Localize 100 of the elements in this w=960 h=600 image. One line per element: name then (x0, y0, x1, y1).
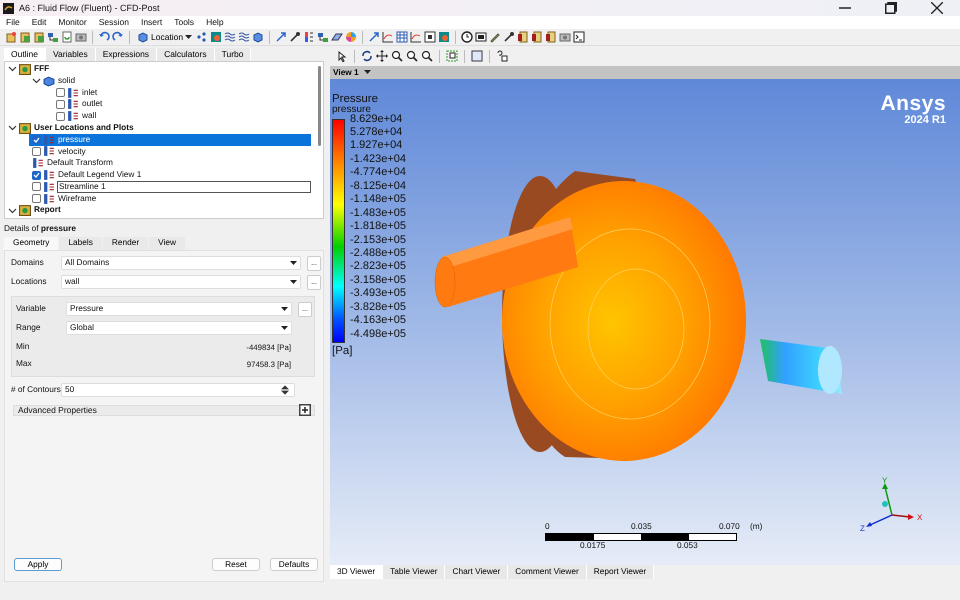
viewport-layout-icon[interactable] (471, 50, 483, 62)
tree-item[interactable]: FFF (33, 64, 50, 74)
terminal-icon[interactable] (573, 31, 586, 43)
tree-item[interactable]: Default Legend View 1 (57, 170, 142, 180)
dropdown-field[interactable]: All Domains (61, 256, 301, 270)
chevron-down-icon[interactable] (32, 76, 41, 86)
number-field[interactable]: 50 (61, 383, 295, 398)
menu-item[interactable]: Help (200, 17, 230, 28)
new-file-icon[interactable] (5, 31, 17, 43)
table-icon[interactable] (396, 31, 408, 43)
pan-icon[interactable] (376, 50, 388, 62)
viewer-tab[interactable]: Report Viewer (586, 565, 654, 579)
streamline-icon[interactable] (238, 31, 250, 43)
menu-item[interactable]: Insert (134, 17, 168, 28)
pen-icon[interactable] (489, 31, 502, 43)
checkbox[interactable] (56, 88, 65, 97)
menu-item[interactable]: File (0, 17, 26, 28)
checkbox[interactable] (32, 194, 41, 204)
tree-item[interactable]: velocity (57, 146, 87, 156)
film-icon[interactable] (475, 31, 488, 43)
panel-tab[interactable]: Expressions (96, 48, 158, 61)
redo-icon[interactable] (112, 31, 124, 43)
chevron-down-icon[interactable] (8, 206, 17, 215)
restore-icon[interactable] (885, 2, 897, 14)
location-dropdown-button[interactable]: Location (135, 31, 194, 43)
book-icon[interactable] (517, 31, 530, 43)
pointer-icon[interactable] (336, 50, 348, 62)
zoom-icon[interactable] (421, 50, 433, 62)
framed-square-icon[interactable] (424, 31, 436, 43)
menu-item[interactable]: Monitor (52, 17, 93, 28)
close-icon[interactable] (931, 2, 943, 14)
probe-icon[interactable] (289, 31, 302, 43)
checkbox[interactable] (32, 170, 41, 180)
panel-tab[interactable]: Outline (4, 48, 46, 61)
camera-icon[interactable] (559, 31, 572, 43)
checkbox[interactable] (32, 135, 41, 144)
tree-item[interactable]: User Locations and Plots (33, 122, 135, 133)
scrollbar-thumb[interactable] (318, 66, 321, 146)
tree-item[interactable]: solid (57, 76, 76, 86)
tree-item[interactable]: Wireframe (57, 194, 98, 204)
refresh-icon[interactable] (61, 31, 73, 43)
panel-tab[interactable]: Variables (46, 48, 96, 61)
reset-button[interactable]: Reset (212, 558, 260, 571)
panel-tab[interactable]: Turbo (214, 48, 252, 61)
line-chart-icon[interactable] (382, 31, 394, 43)
tree-item[interactable]: outlet (81, 99, 104, 110)
rename-field[interactable]: Streamline 1 (57, 180, 311, 193)
checkbox[interactable] (56, 100, 65, 109)
rotate-icon[interactable] (361, 50, 373, 62)
book-icon[interactable] (545, 31, 558, 43)
dropdown-field[interactable]: Global (66, 321, 292, 336)
view-selector[interactable]: View 1 (333, 68, 371, 78)
document-icon[interactable] (33, 31, 45, 43)
checkbox[interactable] (32, 146, 41, 156)
viewer-tab[interactable]: Table Viewer (383, 565, 446, 579)
tree-item[interactable]: inlet (81, 88, 98, 98)
contour-icon[interactable] (210, 31, 222, 43)
dropdown-field[interactable]: wall (61, 275, 301, 290)
line-chart-icon[interactable] (410, 31, 422, 43)
network-icon[interactable] (317, 31, 330, 43)
chevron-down-icon[interactable] (8, 123, 17, 132)
vector-icon[interactable] (368, 31, 380, 43)
menu-item[interactable]: Session (92, 17, 135, 28)
viewer-tab[interactable]: 3D Viewer (330, 565, 384, 579)
panel-tab[interactable]: Calculators (157, 48, 215, 61)
plane-icon[interactable] (331, 31, 344, 43)
dropdown-field[interactable]: Pressure (66, 302, 292, 316)
details-tab[interactable]: Geometry (4, 236, 58, 250)
viewer-tab[interactable]: Comment Viewer (508, 565, 587, 579)
zoom-icon[interactable] (391, 50, 403, 62)
undo-icon[interactable] (98, 31, 110, 43)
advanced-properties-bar[interactable]: Advanced Properties (13, 404, 315, 416)
tree-item[interactable]: wall (81, 111, 98, 122)
streamline-icon[interactable] (224, 31, 236, 43)
contour-icon[interactable] (438, 31, 450, 43)
checkbox[interactable] (56, 112, 65, 121)
clock-icon[interactable] (461, 31, 474, 43)
tree-item[interactable]: pressure (57, 134, 92, 145)
probe-icon[interactable] (503, 31, 516, 43)
cube-icon[interactable] (252, 31, 264, 43)
menu-item[interactable]: Tools (168, 17, 200, 28)
color-wheel-icon[interactable] (345, 31, 358, 43)
checkbox[interactable] (32, 182, 41, 192)
expand-icon[interactable] (299, 404, 311, 416)
legend-icon[interactable] (303, 31, 316, 43)
document-icon[interactable] (19, 31, 31, 43)
camera-icon[interactable] (75, 31, 87, 43)
spinner-icon[interactable] (279, 384, 291, 396)
tree-item[interactable]: Report (33, 205, 62, 216)
apply-button[interactable]: Apply (14, 558, 62, 571)
details-tab[interactable]: Labels (59, 236, 102, 250)
3d-viewport[interactable] (330, 79, 960, 565)
vector-icon[interactable] (275, 31, 288, 43)
menu-item[interactable]: Edit (26, 17, 52, 28)
help-icon[interactable] (496, 50, 508, 62)
scatter-icon[interactable] (196, 31, 208, 43)
viewer-tab[interactable]: Chart Viewer (445, 565, 508, 579)
fit-view-icon[interactable] (446, 50, 458, 62)
details-tab[interactable]: View (149, 236, 185, 250)
book-icon[interactable] (531, 31, 544, 43)
